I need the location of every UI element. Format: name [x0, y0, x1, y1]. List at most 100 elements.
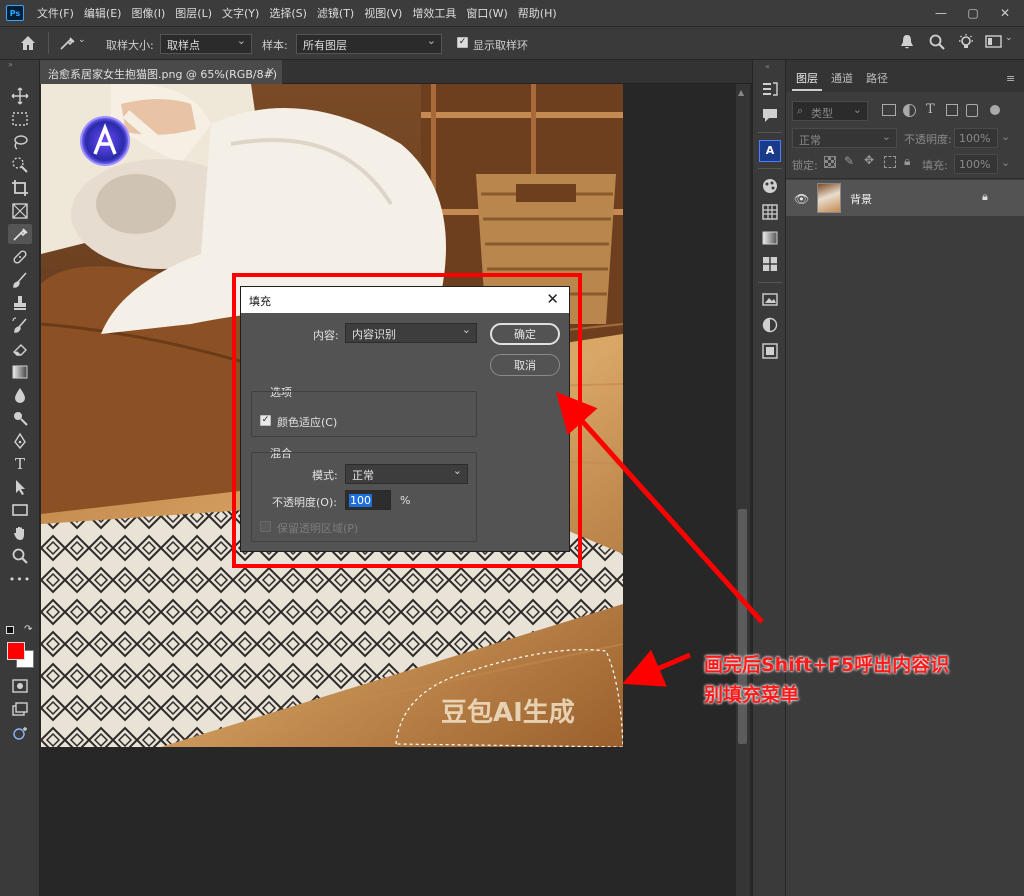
patterns-panel-icon[interactable]: [761, 255, 779, 273]
menu-select[interactable]: 选择(S): [264, 5, 312, 21]
menu-view[interactable]: 视图(V): [359, 5, 407, 21]
annotation-highlight-box: [232, 273, 582, 568]
document-tab-title: 治愈系居家女生抱猫图.png @ 65%(RGB/8#): [48, 68, 278, 81]
bell-icon[interactable]: [898, 33, 918, 53]
crop-tool-icon[interactable]: [8, 178, 32, 198]
panel-menu-icon[interactable]: ≡: [1006, 72, 1015, 85]
sample-size-label: 取样大小:: [106, 39, 154, 52]
filter-type-icon[interactable]: T: [926, 102, 935, 117]
move-tool-icon[interactable]: [8, 86, 32, 106]
plugin-panel-icon[interactable]: A: [759, 140, 781, 162]
blur-tool-icon[interactable]: [8, 385, 32, 405]
quick-selection-tool-icon[interactable]: [8, 155, 32, 175]
eyedropper-tool-icon[interactable]: ⌄: [58, 34, 88, 54]
more-tools-icon[interactable]: •••: [8, 569, 32, 589]
edit-toolbar-icon[interactable]: [8, 724, 32, 744]
filter-label: 类型: [811, 107, 833, 120]
fill-input[interactable]: 100%: [954, 154, 998, 174]
libraries-panel-icon[interactable]: [761, 290, 779, 308]
menu-plugins[interactable]: 增效工具: [407, 5, 461, 21]
menu-image[interactable]: 图像(I): [126, 5, 170, 21]
vertical-scrollbar[interactable]: ▲: [736, 84, 750, 896]
healing-brush-icon[interactable]: [8, 247, 32, 267]
panel-icon-strip: « A: [752, 60, 786, 896]
menu-layer[interactable]: 图层(L): [170, 5, 217, 21]
layer-row[interactable]: 👁︎ 背景 🔒︎: [786, 180, 1024, 216]
document-tab-bar: 治愈系居家女生抱猫图.png @ 65%(RGB/8#) ✕: [40, 60, 752, 84]
history-panel-icon[interactable]: [761, 80, 779, 98]
lock-all-icon[interactable]: 🔒︎: [904, 154, 910, 169]
foreground-color-swatch[interactable]: [7, 642, 25, 660]
lasso-tool-icon[interactable]: [8, 132, 32, 152]
filter-search-icon: ⌕: [797, 104, 804, 117]
blend-mode-value: 正常: [799, 134, 821, 147]
visibility-eye-icon[interactable]: 👁︎: [794, 192, 809, 206]
blend-mode-select[interactable]: 正常 ⌄: [792, 128, 897, 148]
annotation-text: 画完后Shift+F5呼出内容识 别填充菜单: [704, 650, 1014, 710]
default-colors-icon[interactable]: [6, 626, 14, 634]
pen-tool-icon[interactable]: [8, 431, 32, 451]
lock-image-icon[interactable]: ✎: [844, 154, 854, 168]
screen-mode-icon[interactable]: [8, 700, 32, 720]
clone-stamp-icon[interactable]: [8, 293, 32, 313]
home-icon[interactable]: [18, 33, 40, 53]
properties-panel-icon[interactable]: [761, 342, 779, 360]
fill-label: 填充:: [922, 159, 948, 172]
tab-channels[interactable]: 通道: [831, 70, 853, 86]
quick-mask-icon[interactable]: [8, 676, 32, 696]
eraser-tool-icon[interactable]: [8, 339, 32, 359]
menu-filter[interactable]: 滤镜(T): [312, 5, 359, 21]
filter-adjustment-icon[interactable]: [903, 104, 916, 117]
minimize-icon[interactable]: —: [928, 3, 954, 23]
lock-transparent-icon[interactable]: [824, 156, 836, 168]
zoom-tool-icon[interactable]: [8, 546, 32, 566]
layer-filter-select[interactable]: ⌕ 类型 ⌄: [792, 101, 868, 121]
sample-size-select[interactable]: 取样点: [160, 34, 252, 54]
lock-position-icon[interactable]: ✥: [864, 153, 874, 167]
show-sampling-ring-label: 显示取样环: [473, 39, 528, 52]
sample-select[interactable]: 所有图层: [296, 34, 442, 54]
marquee-tool-icon[interactable]: [8, 109, 32, 129]
color-panel-icon[interactable]: [761, 177, 779, 195]
close-window-icon[interactable]: ✕: [992, 3, 1018, 23]
filter-pixel-icon[interactable]: [882, 104, 896, 116]
annotation-line-2: 别填充菜单: [704, 684, 800, 706]
tab-layers[interactable]: 图层: [796, 70, 818, 86]
workspace-icon[interactable]: ⌄: [985, 33, 1015, 54]
filter-toggle-icon[interactable]: [990, 105, 1000, 115]
gradients-panel-icon[interactable]: [761, 229, 779, 247]
collapse-icon[interactable]: »: [8, 60, 13, 69]
adjustments-panel-icon[interactable]: [761, 316, 779, 334]
brush-tool-icon[interactable]: [8, 270, 32, 290]
lock-artboard-icon[interactable]: [884, 156, 896, 168]
frame-tool-icon[interactable]: [8, 201, 32, 221]
menu-edit[interactable]: 编辑(E): [79, 5, 127, 21]
eyedropper-icon[interactable]: [8, 224, 32, 244]
comments-panel-icon[interactable]: [761, 106, 779, 124]
menu-type[interactable]: 文字(Y): [217, 5, 264, 21]
rectangle-tool-icon[interactable]: [8, 500, 32, 520]
search-icon[interactable]: [928, 33, 948, 53]
path-selection-icon[interactable]: [8, 477, 32, 497]
maximize-icon[interactable]: ▢: [960, 3, 986, 23]
tab-paths[interactable]: 路径: [866, 70, 888, 86]
filter-smart-object-icon[interactable]: [966, 104, 978, 117]
type-tool-icon[interactable]: T: [8, 454, 32, 474]
history-brush-icon[interactable]: [8, 316, 32, 336]
menu-help[interactable]: 帮助(H): [513, 5, 562, 21]
show-sampling-ring-checkbox[interactable]: ✓: [457, 37, 468, 48]
hand-tool-icon[interactable]: [8, 523, 32, 543]
discover-bulb-icon[interactable]: [957, 33, 977, 53]
watermark-text: 豆包AI生成: [441, 698, 575, 728]
collapse-panels-icon[interactable]: «: [765, 62, 770, 71]
swap-colors-icon[interactable]: ↷: [24, 624, 32, 635]
swatches-panel-icon[interactable]: [761, 203, 779, 221]
menu-file[interactable]: 文件(F): [32, 5, 79, 21]
opacity-input[interactable]: 100%: [954, 128, 998, 148]
dodge-tool-icon[interactable]: [8, 408, 32, 428]
filter-shape-icon[interactable]: [946, 104, 958, 116]
document-tab[interactable]: 治愈系居家女生抱猫图.png @ 65%(RGB/8#) ✕: [40, 60, 282, 84]
menu-window[interactable]: 窗口(W): [461, 5, 512, 21]
gradient-tool-icon[interactable]: [8, 362, 32, 382]
close-tab-icon[interactable]: ✕: [266, 65, 275, 78]
